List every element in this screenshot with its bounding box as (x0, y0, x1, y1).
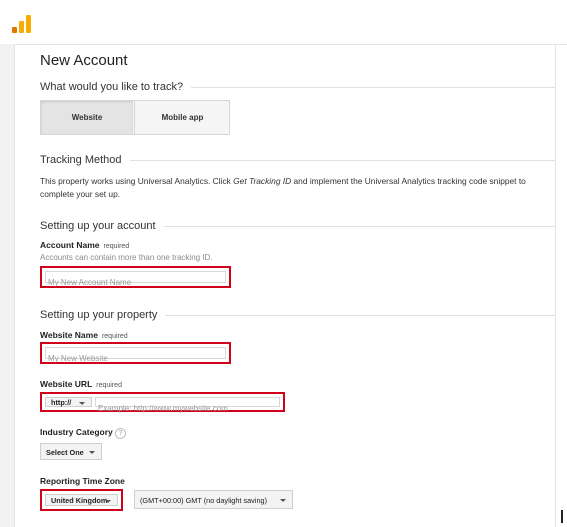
timezone-label-text: Reporting Time Zone (40, 476, 125, 486)
country-dropdown[interactable]: United Kingdom (45, 494, 118, 506)
property-heading: Setting up your property (40, 308, 166, 322)
industry-value: Select One (46, 448, 84, 457)
timezone-value: (GMT+00:00) GMT (no daylight saving) (140, 496, 268, 505)
account-name-input[interactable] (46, 277, 227, 288)
required-tag: required (101, 333, 128, 340)
track-question: What would you like to track? (40, 80, 192, 94)
top-bar (0, 0, 567, 45)
website-url-input[interactable] (96, 404, 281, 413)
industry-label-text: Industry Category (40, 427, 113, 437)
tracking-description: This property works using Universal Anal… (40, 175, 555, 201)
website-url-label-text: Website URL (40, 379, 93, 389)
track-question-section: What would you like to track? (40, 80, 555, 94)
website-name-label-text: Website Name (40, 330, 98, 340)
chevron-down-icon (105, 500, 111, 503)
account-name-label: Account Name required (40, 240, 129, 250)
help-icon[interactable]: ? (115, 428, 126, 439)
industry-category-dropdown[interactable]: Select One (40, 443, 102, 460)
account-name-highlight (40, 266, 231, 288)
protocol-dropdown[interactable]: http:// (45, 397, 92, 407)
account-section: Setting up your account (40, 219, 555, 233)
page-title: New Account (40, 52, 128, 69)
tab-website[interactable]: Website (41, 101, 133, 134)
account-hint: Accounts can contain more than one track… (40, 253, 213, 262)
property-section: Setting up your property (40, 308, 555, 322)
track-type-tabs: Website Mobile app (40, 100, 230, 135)
account-heading: Setting up your account (40, 219, 164, 233)
tracking-method-section: Tracking Method (40, 153, 555, 167)
website-name-label: Website Name required (40, 330, 128, 340)
required-tag: required (96, 382, 122, 389)
country-value: United Kingdom (51, 496, 108, 505)
account-name-field-frame (45, 271, 227, 288)
chevron-down-icon (280, 499, 286, 502)
left-sidebar-rail (0, 44, 15, 527)
protocol-value: http:// (51, 398, 72, 407)
text-cursor (561, 510, 563, 523)
tracking-method-heading: Tracking Method (40, 153, 130, 167)
country-highlight: United Kingdom (40, 489, 123, 511)
chevron-down-icon (89, 451, 95, 454)
website-url-field-frame (95, 397, 281, 413)
content-right-border (555, 44, 556, 527)
website-name-field-frame (45, 347, 227, 364)
website-name-input[interactable] (46, 353, 227, 364)
reporting-time-zone-label: Reporting Time Zone (40, 476, 125, 486)
required-tag: required (103, 243, 130, 250)
new-account-form: New Account What would you like to track… (40, 44, 555, 527)
tracking-text-before: This property works using Universal Anal… (40, 176, 234, 186)
timezone-dropdown[interactable]: (GMT+00:00) GMT (no daylight saving) (134, 490, 293, 509)
get-tracking-id-text: Get Tracking ID (233, 176, 292, 186)
industry-category-label: Industry Category (40, 427, 113, 437)
chevron-down-icon (79, 402, 85, 405)
account-name-label-text: Account Name (40, 240, 100, 250)
website-url-label: Website URL required (40, 379, 122, 389)
website-name-highlight (40, 342, 231, 364)
tab-mobile-app[interactable]: Mobile app (134, 101, 230, 134)
analytics-logo-icon[interactable] (12, 13, 32, 33)
website-url-highlight: http:// (40, 392, 285, 413)
